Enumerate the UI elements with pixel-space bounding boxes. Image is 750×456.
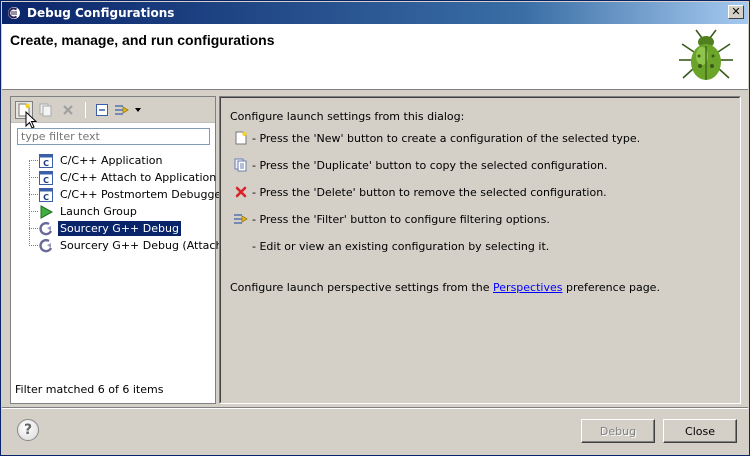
help-line-edit: - Edit or view an existing configuration… — [252, 240, 550, 253]
tree-item-label: Sourcery G++ Debug — [58, 221, 181, 236]
close-window-button[interactable]: ✕ — [728, 5, 744, 19]
duplicate-button[interactable] — [37, 101, 55, 119]
delete-icon — [63, 105, 73, 115]
tree-item-cpp-postmortem[interactable]: C C/C++ Postmortem Debugger — [39, 187, 228, 202]
tree-item-label: Sourcery G++ Debug (Attach) — [60, 239, 227, 252]
collapse-all-icon — [96, 104, 108, 116]
debug-button[interactable]: Debug — [581, 419, 655, 443]
dropdown-arrow-icon — [135, 108, 141, 112]
tree-item-label: C/C++ Postmortem Debugger — [60, 188, 226, 201]
collapse-all-button[interactable] — [93, 101, 111, 119]
configuration-help-panel: Configure launch settings from this dial… — [219, 96, 741, 404]
new-config-icon — [235, 131, 247, 145]
debug-bug-icon — [679, 29, 733, 80]
tree-connector — [29, 228, 38, 229]
help-button[interactable]: ? — [17, 419, 39, 441]
tree-item-label: C/C++ Application — [60, 154, 163, 167]
debug-configurations-dialog: Debug Configurations ✕ Create, manage, a… — [0, 0, 750, 456]
tree-item-sourcery-debug-attach[interactable]: Sourcery G++ Debug (Attach) — [39, 238, 229, 253]
tree-item-label: Launch Group — [60, 205, 137, 218]
window-title: Debug Configurations — [27, 6, 175, 20]
filter-button[interactable] — [113, 101, 131, 119]
title-bar[interactable]: Debug Configurations ✕ — [2, 2, 748, 24]
svg-text:C: C — [43, 193, 49, 202]
eclipse-icon — [8, 7, 20, 19]
configuration-list-panel: C C/C++ Application C C/C++ Attach to Ap… — [10, 96, 227, 404]
help-line-filter: - Press the 'Filter' button to configure… — [252, 213, 550, 226]
tree-item-launch-group[interactable]: Launch Group — [39, 204, 139, 219]
launch-group-icon — [40, 204, 53, 219]
c-app-icon: C — [39, 153, 53, 168]
tree-item-cpp-attach[interactable]: C C/C++ Attach to Application — [39, 170, 218, 185]
filter-status-text: Filter matched 6 of 6 items — [15, 383, 164, 396]
c-app-icon: C — [39, 187, 53, 202]
duplicate-icon — [234, 158, 247, 172]
toolbar-separator — [85, 102, 86, 118]
tree-connector — [29, 194, 38, 195]
close-button[interactable]: Close — [663, 419, 737, 443]
tree-item-cpp-application[interactable]: C C/C++ Application — [39, 153, 164, 168]
perspective-text-before: Configure launch perspective settings fr… — [230, 281, 494, 294]
svg-text:C: C — [43, 159, 49, 168]
tree-connector — [29, 245, 38, 246]
perspectives-link[interactable]: Perspectives — [493, 281, 562, 294]
help-line-new: - Press the 'New' button to create a con… — [252, 132, 641, 145]
tree-connector — [29, 211, 38, 212]
sourcery-icon — [39, 238, 53, 252]
perspective-settings-text: Configure launch perspective settings fr… — [230, 281, 660, 294]
filter-icon — [115, 105, 129, 115]
perspective-text-after: preference page. — [562, 281, 660, 294]
help-line-duplicate: - Press the 'Duplicate' button to copy t… — [252, 159, 608, 172]
c-app-icon: C — [39, 170, 53, 185]
delete-icon — [235, 186, 247, 198]
help-line-delete: - Press the 'Delete' button to remove th… — [252, 186, 607, 199]
header-banner: Create, manage, and run configurations — [2, 24, 748, 90]
delete-button[interactable] — [59, 101, 77, 119]
banner-title: Create, manage, and run configurations — [10, 32, 275, 48]
tree-connector — [29, 160, 30, 244]
bottom-separator — [2, 407, 748, 409]
tree-item-sourcery-debug[interactable]: Sourcery G++ Debug — [39, 221, 181, 236]
view-menu-button[interactable] — [133, 101, 143, 119]
sourcery-icon — [39, 221, 53, 235]
config-toolbar — [11, 97, 215, 129]
filter-input[interactable] — [17, 128, 210, 145]
duplicate-icon — [39, 103, 52, 117]
svg-text:C: C — [43, 176, 49, 185]
help-intro: Configure launch settings from this dial… — [230, 110, 465, 123]
tree-connector — [29, 160, 38, 161]
tree-item-label: C/C++ Attach to Application — [60, 171, 217, 184]
tree-connector — [29, 177, 38, 178]
filter-icon — [234, 214, 248, 224]
